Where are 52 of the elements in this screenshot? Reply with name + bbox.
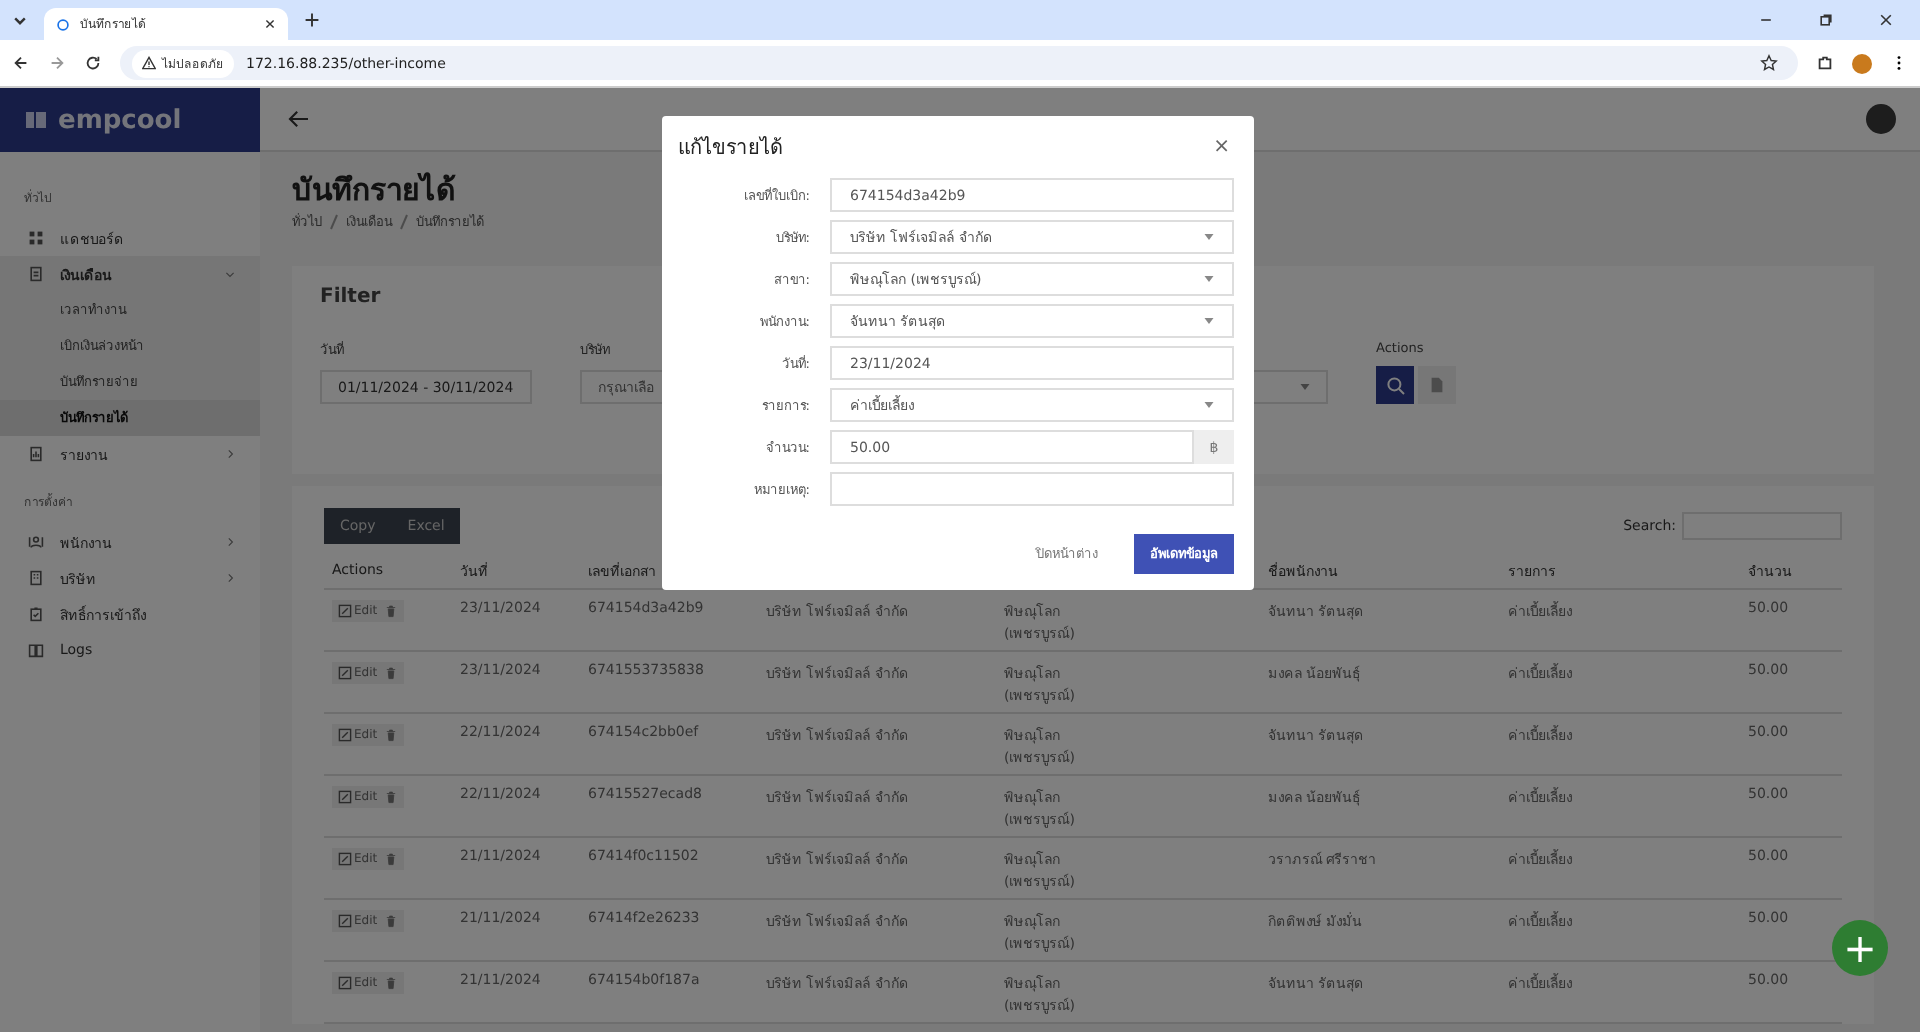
reload-icon[interactable] [84,54,102,72]
pencil-icon [338,852,352,866]
pencil-icon [338,604,352,618]
people-icon [28,534,44,550]
puzzle-icon[interactable] [1816,54,1834,72]
chevron-down-icon[interactable] [12,12,28,28]
restore-icon[interactable] [1818,12,1834,28]
trash-icon[interactable] [383,914,398,928]
trash-icon[interactable] [383,666,398,680]
search-button[interactable] [1376,366,1414,404]
back-arrow-icon[interactable] [12,54,30,72]
report-icon [28,446,44,462]
forward-arrow-icon[interactable] [48,54,66,72]
logo-icon [24,108,48,132]
profile-avatar[interactable] [1852,53,1872,73]
trash-icon[interactable] [383,852,398,866]
caret-icon [1204,276,1214,282]
doc-icon [28,266,44,282]
file-icon [1428,376,1446,394]
trash-icon[interactable] [383,790,398,804]
pencil-icon [338,976,352,990]
card-title: Filter [320,286,381,308]
input-field[interactable] [830,472,1234,506]
close-icon[interactable] [264,18,276,30]
close-button[interactable]: × [1209,136,1234,158]
pencil-icon [338,666,352,680]
breadcrumb-separator [400,213,408,229]
plus-icon[interactable] [304,12,320,28]
clipboard-icon [28,606,44,622]
logo-text: empcool [58,105,182,135]
caret-icon [1300,384,1310,390]
caret-icon [1204,402,1214,408]
page-title: บันทึกรายได้ [292,172,456,208]
loading-icon [56,17,70,31]
caret-icon [1204,234,1214,240]
close-icon[interactable] [1878,12,1894,28]
building-icon [28,570,44,586]
trash-icon[interactable] [383,604,398,618]
dialog-title: แก้ไขรายได้ [678,134,782,162]
trash-icon[interactable] [383,976,398,990]
book-icon [28,642,44,658]
star-icon[interactable] [1760,54,1778,72]
breadcrumb-separator [330,213,338,229]
trash-icon[interactable] [383,728,398,742]
user-avatar[interactable] [1866,104,1896,134]
caret-icon [1204,318,1214,324]
pencil-icon [338,914,352,928]
search-icon [1385,375,1405,395]
grid-icon [28,230,44,246]
warning-icon [142,56,156,70]
pencil-icon [338,790,352,804]
pencil-icon [338,728,352,742]
